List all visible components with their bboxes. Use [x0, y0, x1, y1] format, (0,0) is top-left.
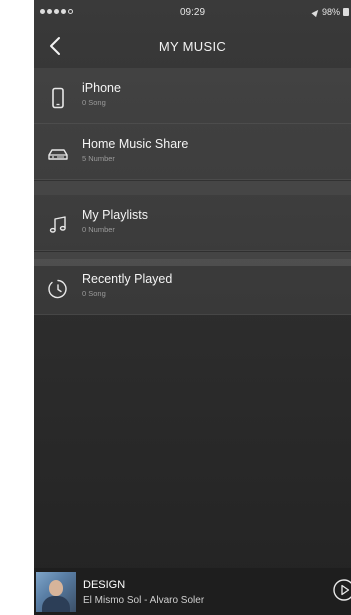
list-item-my-playlists[interactable]: My Playlists 0 Number [34, 195, 351, 251]
battery-icon [343, 8, 349, 16]
source-group-playlists: My Playlists 0 Number [34, 195, 351, 251]
album-cover-image[interactable] [36, 572, 76, 612]
app-screen: 09:29 98% MY MUSIC iPhone 0 Song Home Mu… [34, 0, 351, 615]
network-drive-icon [48, 149, 68, 160]
list-item-title: Home Music Share [82, 137, 189, 151]
now-playing-bar[interactable]: DESIGN El Mismo Sol - Alvaro Soler [34, 568, 351, 615]
section-divider [34, 181, 351, 195]
list-item-iphone[interactable]: iPhone 0 Song [34, 68, 351, 124]
status-bar: 09:29 98% [34, 0, 351, 26]
list-item-title: Recently Played [82, 272, 173, 286]
location-icon [311, 7, 321, 17]
list-item-title: My Playlists [82, 208, 148, 222]
list-item-subtitle: 0 Number [82, 225, 115, 234]
page-title: MY MUSIC [158, 39, 227, 54]
navigation-bar: MY MUSIC [34, 26, 351, 68]
battery-indicator: 98% [311, 7, 349, 17]
battery-percent: 98% [321, 7, 340, 17]
phone-icon [52, 87, 64, 109]
album-cover-figure [42, 596, 70, 612]
list-item-recently-played[interactable]: Recently Played 0 Song [34, 259, 351, 315]
list-item-home-music-share[interactable]: Home Music Share 5 Number [34, 124, 351, 180]
list-item-title: iPhone [82, 81, 121, 95]
status-time: 09:29 [179, 7, 206, 18]
now-playing-subtitle: El Mismo Sol - Alvaro Soler [83, 595, 205, 606]
list-item-subtitle: 5 Number [82, 154, 115, 163]
now-playing-title: DESIGN [83, 579, 126, 591]
album-cover-face [49, 580, 63, 596]
music-note-icon [49, 216, 66, 233]
list-item-subtitle: 0 Song [82, 289, 106, 298]
clock-icon [48, 279, 67, 299]
list-item-subtitle: 0 Song [82, 98, 106, 107]
source-group-recent: Recently Played 0 Song [34, 259, 351, 315]
source-group-devices: iPhone 0 Song Home Music Share 5 Number [34, 68, 351, 180]
play-icon[interactable] [332, 578, 351, 602]
